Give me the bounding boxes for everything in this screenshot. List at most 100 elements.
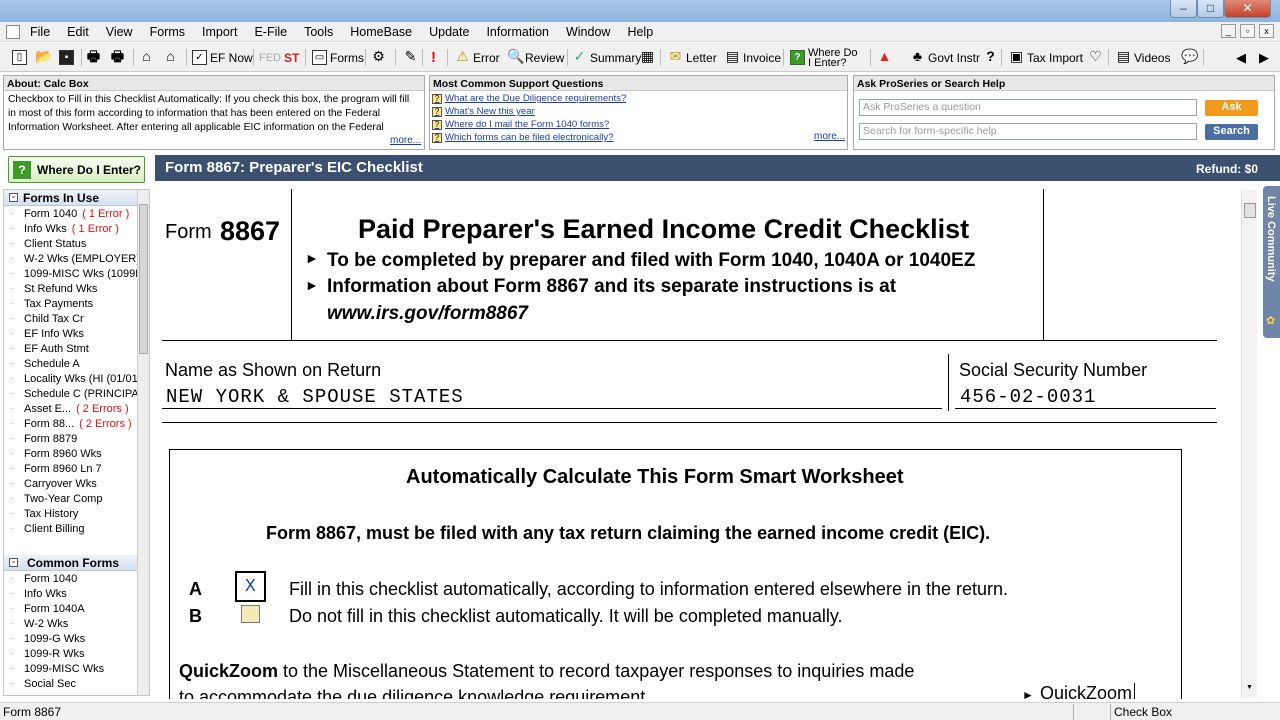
common-form-item[interactable]: · W-2 Wks — [4, 616, 149, 631]
sidebar-form-item[interactable]: · Form 8960 Wks — [4, 446, 149, 461]
print-icon[interactable]: 🖶 — [86, 47, 104, 68]
tax-import-button[interactable]: ▣ Tax Import — [1009, 47, 1083, 68]
help-icon[interactable]: ? — [983, 47, 1001, 68]
common-form-item[interactable]: · Form 1040 — [4, 571, 149, 586]
ask-input[interactable]: Ask ProSeries a question — [859, 99, 1197, 116]
menu-window[interactable]: Window — [566, 25, 610, 39]
common-form-item[interactable]: · Form 1040A — [4, 601, 149, 616]
review-button[interactable]: 🔍 Review — [507, 47, 564, 68]
minimize-button[interactable]: – — [1170, 0, 1197, 18]
common-form-item[interactable]: · Info Wks — [4, 586, 149, 601]
support-more-link[interactable]: more... — [814, 131, 845, 142]
live-community-tab[interactable]: Live Community ✿ — [1263, 186, 1280, 338]
sidebar-scrollbar[interactable] — [137, 190, 149, 695]
siren-icon[interactable]: ▲ — [877, 47, 895, 68]
about-more-link[interactable]: more... — [390, 135, 421, 146]
search-button[interactable]: Search — [1205, 124, 1258, 140]
sidebar-form-item[interactable]: · W-2 Wks (EMPLOYER) — [4, 251, 149, 266]
menu-import[interactable]: Import — [202, 25, 237, 39]
sidebar-form-item[interactable]: · Client Status — [4, 236, 149, 251]
videos-button[interactable]: ▤ Videos — [1116, 47, 1171, 68]
child-close-button[interactable]: x — [1259, 24, 1274, 38]
manual-checkbox[interactable] — [241, 605, 260, 623]
menu-information[interactable]: Information — [486, 25, 549, 39]
menu-tools[interactable]: Tools — [304, 25, 333, 39]
save-icon[interactable]: ▪ — [59, 47, 77, 68]
child-minimize-button[interactable]: _ — [1221, 24, 1236, 38]
calendar-icon[interactable]: ▦ — [640, 47, 658, 68]
close-button[interactable]: ✕ — [1224, 0, 1271, 18]
sidebar-form-item[interactable]: · Asset E...( 2 Errors ) — [4, 401, 149, 416]
forms-in-use-header[interactable]: - Forms In Use — [4, 190, 149, 206]
fed-button[interactable]: FED — [259, 47, 281, 68]
auto-fill-checkbox[interactable]: X — [235, 571, 266, 602]
menu-help[interactable]: Help — [627, 25, 653, 39]
name-field[interactable]: NEW YORK & SPOUSE STATES — [166, 386, 464, 408]
ef-now-button[interactable]: ✓ EF Now — [192, 47, 253, 68]
search-input[interactable]: Search for form-specific help — [859, 123, 1197, 140]
calculator-icon[interactable]: ⚙ — [371, 47, 389, 68]
home-icon[interactable]: ⌂ — [139, 47, 157, 68]
sidebar-form-item[interactable]: · St Refund Wks — [4, 281, 149, 296]
sidebar-form-item[interactable]: · Form 88...( 2 Errors ) — [4, 416, 149, 431]
app-icon[interactable] — [6, 25, 20, 39]
forward-arrow-icon[interactable]: ▶ — [1259, 47, 1269, 68]
letter-button[interactable]: ✉ Letter — [668, 47, 717, 68]
ssn-field[interactable]: 456-02-0031 — [960, 386, 1096, 408]
sidebar-form-item[interactable]: · Carryover Wks — [4, 476, 149, 491]
back-arrow-icon[interactable]: ◀ — [1236, 47, 1246, 68]
support-question[interactable]: ? What are the Due Diligence requirements… — [430, 92, 847, 105]
chat-icon[interactable]: 💬 — [1181, 47, 1199, 68]
state-button[interactable]: ST — [284, 47, 299, 68]
sidebar-form-item[interactable]: · 1099-MISC Wks (1099M — [4, 266, 149, 281]
sidebar-form-item[interactable]: · Two-Year Comp — [4, 491, 149, 506]
sidebar-form-item[interactable]: · Form 8960 Ln 7 — [4, 461, 149, 476]
sidebar-form-item[interactable]: · Schedule A — [4, 356, 149, 371]
collapse-icon[interactable]: - — [9, 558, 18, 567]
pencil-icon[interactable]: ✎ — [403, 47, 421, 68]
sidebar-form-item[interactable]: · Form 8879 — [4, 431, 149, 446]
sidebar-form-item[interactable]: · Child Tax Cr — [4, 311, 149, 326]
common-form-item[interactable]: · 1099-G Wks — [4, 631, 149, 646]
menu-efile[interactable]: E-File — [254, 25, 287, 39]
support-question[interactable]: ? Where do I mail the Form 1040 forms? — [430, 118, 847, 131]
sidebar-form-item[interactable]: · EF Auth Stmt — [4, 341, 149, 356]
alert-icon[interactable]: ! — [431, 47, 436, 68]
common-forms-header[interactable]: - Common Forms — [4, 555, 149, 571]
support-question[interactable]: ? What's New this year — [430, 105, 847, 118]
quickzoom-button[interactable]: QuickZoom — [1040, 683, 1136, 699]
sidebar-form-item[interactable]: · Form 1040( 1 Error ) — [4, 206, 149, 221]
ask-button[interactable]: Ask — [1205, 100, 1258, 116]
where-do-i-enter-button[interactable]: ? Where Do I Enter? — [790, 47, 858, 68]
open-icon[interactable]: 📂 — [35, 47, 53, 68]
support-question[interactable]: ? Which forms can be filed electronically… — [430, 131, 847, 144]
heart-icon[interactable]: ♡ — [1088, 47, 1106, 68]
menu-forms[interactable]: Forms — [150, 25, 185, 39]
where-do-i-enter-sidebar-button[interactable]: ? Where Do I Enter? — [8, 156, 145, 183]
collapse-icon[interactable]: - — [9, 193, 18, 202]
error-button[interactable]: ⚠ Error — [455, 47, 499, 68]
forms-button[interactable]: ▭ Forms — [312, 47, 364, 68]
menu-homebase[interactable]: HomeBase — [350, 25, 412, 39]
new-icon[interactable]: ▯ — [12, 47, 30, 68]
summary-button[interactable]: ✓ Summary — [572, 47, 642, 68]
menu-update[interactable]: Update — [429, 25, 469, 39]
sidebar-form-item[interactable]: · Client Billing — [4, 521, 149, 536]
sidebar-form-item[interactable]: · Tax Payments — [4, 296, 149, 311]
sidebar-form-item[interactable]: · Info Wks( 1 Error ) — [4, 221, 149, 236]
sidebar-form-item[interactable]: · Schedule C (PRINCIPAL — [4, 386, 149, 401]
common-form-item[interactable]: · 1099-MISC Wks — [4, 661, 149, 676]
sidebar-form-item[interactable]: · Tax History — [4, 506, 149, 521]
common-form-item[interactable]: · 1099-R Wks — [4, 646, 149, 661]
menu-edit[interactable]: Edit — [67, 25, 89, 39]
child-restore-button[interactable]: ▫ — [1240, 24, 1255, 38]
form-scrollbar[interactable]: ▼ — [1241, 190, 1257, 698]
sidebar-form-item[interactable]: · Locality Wks (HI (01/01/ — [4, 371, 149, 386]
print-all-icon[interactable]: 🖶 — [110, 47, 128, 68]
govt-instr-button[interactable]: ♣ Govt Instr — [910, 47, 980, 68]
common-form-item[interactable]: · Social Sec — [4, 676, 149, 691]
invoice-button[interactable]: ▤ Invoice — [725, 47, 781, 68]
menu-file[interactable]: File — [30, 25, 50, 39]
homebase-icon[interactable]: ⌂ — [163, 47, 181, 68]
menu-view[interactable]: View — [106, 25, 133, 39]
